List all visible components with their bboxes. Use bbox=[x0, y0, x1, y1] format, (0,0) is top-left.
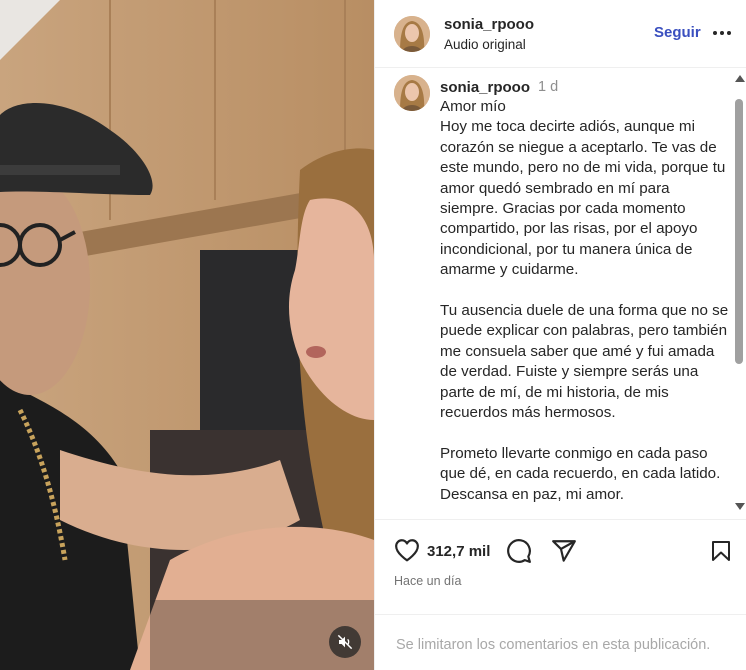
audio-label[interactable]: Audio original bbox=[444, 37, 526, 52]
speaker-muted-icon bbox=[337, 634, 353, 650]
comment-button[interactable] bbox=[506, 538, 532, 569]
more-horizontal-icon bbox=[713, 31, 731, 35]
scrollbar-thumb[interactable] bbox=[735, 99, 743, 364]
caption-timestamp[interactable]: 1 d bbox=[538, 79, 558, 95]
share-button[interactable] bbox=[551, 538, 577, 569]
post-side-panel: sonia_rpooo Audio original Seguir sonia_… bbox=[374, 0, 746, 670]
bookmark-icon bbox=[712, 541, 730, 561]
post-header: sonia_rpooo Audio original Seguir bbox=[375, 0, 746, 68]
header-username[interactable]: sonia_rpooo bbox=[444, 16, 534, 33]
likes-count[interactable]: 312,7 mil bbox=[427, 543, 490, 560]
follow-button[interactable]: Seguir bbox=[654, 24, 701, 41]
post-date[interactable]: Hace un día bbox=[394, 574, 461, 588]
caption-username[interactable]: sonia_rpooo bbox=[440, 79, 530, 96]
scroll-up-icon[interactable] bbox=[735, 75, 745, 82]
video-frame bbox=[0, 0, 374, 670]
comments-limited-text: Se limitaron los comentarios en esta pub… bbox=[396, 637, 711, 653]
scroll-down-icon[interactable] bbox=[735, 503, 745, 510]
comments-limited-notice: Se limitaron los comentarios en esta pub… bbox=[375, 614, 746, 670]
like-button[interactable] bbox=[394, 538, 420, 567]
heart-icon bbox=[395, 539, 419, 562]
avatar[interactable] bbox=[394, 16, 430, 52]
caption-section: sonia_rpooo 1 d Amor mío Hoy me toca dec… bbox=[375, 69, 746, 519]
mute-button[interactable] bbox=[329, 626, 361, 658]
post-video[interactable] bbox=[0, 0, 374, 670]
post-actions: 312,7 mil Hace un día bbox=[375, 519, 746, 615]
caption-avatar[interactable] bbox=[394, 75, 430, 111]
caption-scrollbar[interactable] bbox=[731, 69, 746, 519]
save-button[interactable] bbox=[709, 538, 733, 569]
more-options-button[interactable] bbox=[712, 24, 732, 42]
paper-plane-icon bbox=[552, 540, 576, 562]
caption-text: Amor mío Hoy me toca decirte adiós, aunq… bbox=[440, 98, 729, 503]
comment-bubble-icon bbox=[507, 539, 531, 563]
